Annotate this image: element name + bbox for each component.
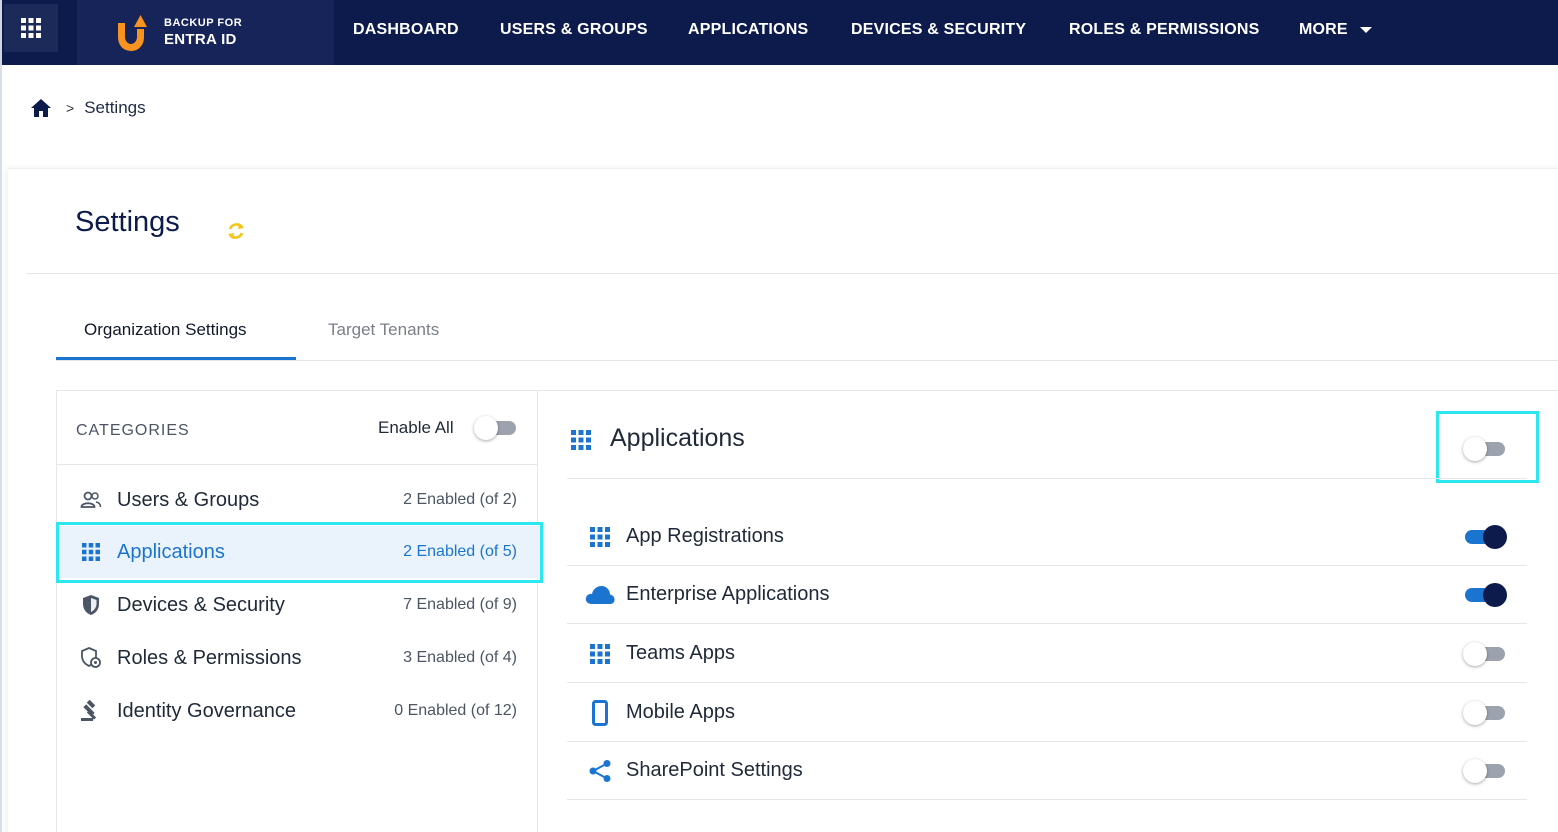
tab-target-tenants[interactable]: Target Tenants: [328, 320, 439, 340]
app-label: Enterprise Applications: [626, 583, 830, 605]
nav-users-groups[interactable]: USERS & GROUPS: [500, 0, 648, 60]
enable-all-toggle[interactable]: [474, 415, 518, 441]
category-applications[interactable]: Applications 2 Enabled (of 5): [60, 526, 539, 578]
page-title: Settings: [75, 206, 180, 238]
enterprise-applications-toggle[interactable]: [1463, 582, 1507, 608]
category-users-groups[interactable]: Users & Groups 2 Enabled (of 2): [60, 474, 539, 526]
teams-apps-toggle[interactable]: [1463, 641, 1507, 667]
app-row-enterprise-applications: Enterprise Applications: [567, 566, 1527, 624]
category-roles-permissions[interactable]: Roles & Permissions 3 Enabled (of 4): [60, 632, 539, 684]
active-tab-indicator: [56, 357, 296, 360]
caret-down-icon: [1359, 27, 1372, 33]
grid-icon: [585, 641, 615, 667]
share-icon: [585, 758, 615, 784]
tabs-divider: [56, 360, 1558, 361]
shield-settings-icon: [80, 647, 102, 669]
app-row-mobile-apps: Mobile Apps: [567, 684, 1527, 742]
app-row-sharepoint-settings: SharePoint Settings: [567, 742, 1527, 800]
category-label: Roles & Permissions: [117, 646, 302, 669]
breadcrumb: > Settings: [30, 94, 146, 122]
users-icon: [80, 489, 102, 511]
category-label: Devices & Security: [117, 593, 285, 616]
applications-header-divider: [567, 478, 1527, 479]
brand-logo[interactable]: BACKUP FOR ENTRA ID: [77, 0, 334, 65]
left-edge: [0, 65, 2, 832]
applications-master-toggle[interactable]: [1463, 436, 1507, 462]
category-count: 2 Enabled (of 5): [403, 543, 517, 560]
brand-line-2: ENTRA ID: [164, 31, 237, 48]
category-count: 7 Enabled (of 9): [403, 596, 517, 613]
sharepoint-settings-toggle[interactable]: [1463, 758, 1507, 784]
category-count: 3 Enabled (of 4): [403, 649, 517, 666]
brand-line-1: BACKUP FOR: [164, 17, 243, 29]
cloud-icon: [585, 582, 615, 608]
nav-dashboard[interactable]: DASHBOARD: [353, 0, 459, 60]
mobile-apps-toggle[interactable]: [1463, 700, 1507, 726]
app-registrations-toggle[interactable]: [1463, 524, 1507, 550]
app-label: Mobile Apps: [626, 701, 735, 723]
nav-more[interactable]: MORE: [1299, 0, 1372, 60]
app-row-app-registrations: App Registrations: [567, 508, 1527, 566]
grid-icon: [571, 430, 591, 450]
category-count: 0 Enabled (of 12): [394, 702, 517, 719]
app-row-teams-apps: Teams Apps: [567, 625, 1527, 683]
home-icon[interactable]: [30, 98, 52, 118]
enable-all-label: Enable All: [378, 418, 454, 437]
app-label: SharePoint Settings: [626, 759, 803, 781]
grid-icon: [585, 524, 615, 550]
tab-organization-settings[interactable]: Organization Settings: [84, 320, 247, 340]
app-launcher-button[interactable]: [4, 4, 58, 52]
backup-logo-icon: [118, 14, 147, 51]
category-label: Users & Groups: [117, 488, 260, 511]
gavel-icon: [80, 700, 102, 722]
category-identity-governance[interactable]: Identity Governance 0 Enabled (of 12): [60, 685, 539, 737]
refresh-icon[interactable]: [225, 220, 247, 242]
waffle-icon: [21, 18, 41, 38]
title-divider: [27, 273, 1558, 274]
mobile-icon: [585, 699, 615, 726]
category-count: 2 Enabled (of 2): [403, 491, 517, 508]
categories-header: CATEGORIES: [76, 422, 190, 439]
breadcrumb-current: Settings: [84, 98, 146, 117]
grid-icon: [80, 541, 102, 563]
app-label: Teams Apps: [626, 642, 735, 664]
top-nav: BACKUP FOR ENTRA ID DASHBOARD USERS & GR…: [0, 0, 1558, 65]
breadcrumb-separator: >: [66, 100, 75, 116]
category-devices-security[interactable]: Devices & Security 7 Enabled (of 9): [60, 579, 539, 631]
nav-applications[interactable]: APPLICATIONS: [688, 0, 808, 60]
category-label: Applications: [117, 540, 225, 563]
category-label: Identity Governance: [117, 699, 296, 722]
shield-icon: [80, 594, 102, 616]
app-label: App Registrations: [626, 525, 784, 547]
applications-title: Applications: [610, 424, 745, 452]
nav-roles-permissions[interactable]: ROLES & PERMISSIONS: [1069, 0, 1260, 60]
categories-divider: [56, 464, 538, 465]
nav-more-label: MORE: [1299, 21, 1348, 38]
nav-devices-security[interactable]: DEVICES & SECURITY: [851, 0, 1026, 60]
